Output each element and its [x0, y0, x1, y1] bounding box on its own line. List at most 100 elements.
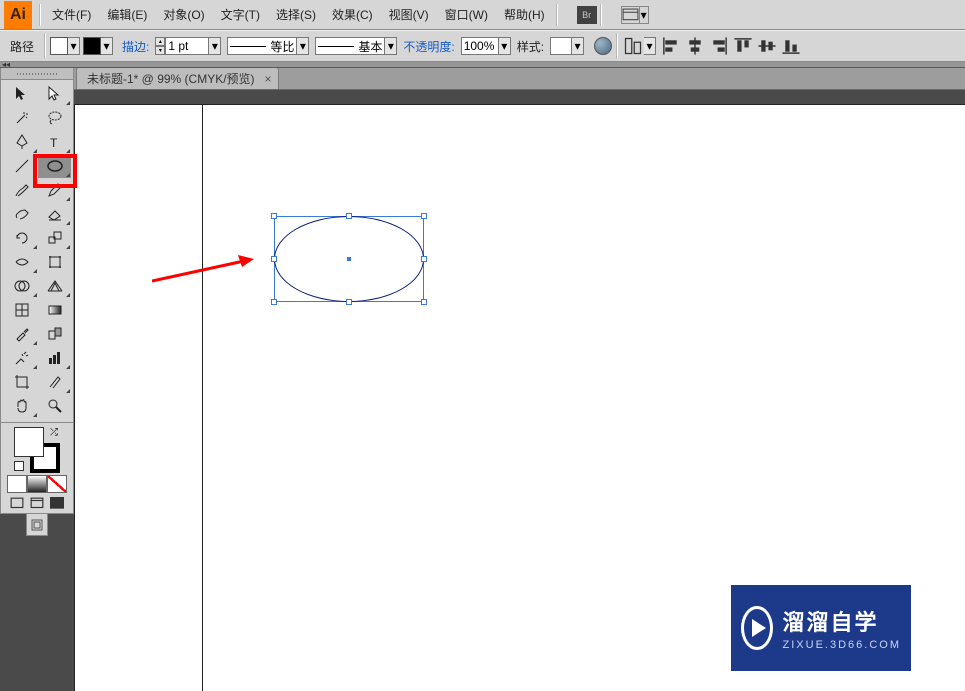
- menu-effect[interactable]: 效果(C): [324, 0, 381, 30]
- watermark-sub: ZIXUE.3D66.COM: [783, 639, 901, 651]
- chevron-down-icon[interactable]: ▾: [209, 37, 221, 55]
- menu-help[interactable]: 帮助(H): [496, 0, 553, 30]
- chevron-down-icon[interactable]: ▾: [572, 37, 584, 55]
- zoom-tool[interactable]: [38, 394, 71, 418]
- align-center-h-button[interactable]: [685, 36, 705, 56]
- none-mode-button[interactable]: [47, 475, 67, 493]
- chevron-down-icon[interactable]: ▾: [385, 37, 397, 55]
- rotate-tool[interactable]: [5, 226, 38, 250]
- close-tab-icon[interactable]: ×: [265, 72, 272, 86]
- menu-view[interactable]: 视图(V): [381, 0, 437, 30]
- align-buttons-group: [660, 36, 802, 56]
- chevron-down-icon[interactable]: ▾: [297, 37, 309, 55]
- menu-window[interactable]: 窗口(W): [437, 0, 496, 30]
- menu-object[interactable]: 对象(O): [155, 0, 212, 30]
- width-tool[interactable]: [5, 250, 38, 274]
- blend-tool[interactable]: [38, 322, 71, 346]
- direct-selection-tool[interactable]: [38, 82, 71, 106]
- brush-definition[interactable]: 基本: [315, 37, 385, 55]
- free-transform-tool[interactable]: [38, 250, 71, 274]
- blob-brush-tool[interactable]: [5, 202, 38, 226]
- bridge-button[interactable]: Br: [577, 6, 597, 24]
- swap-fill-stroke-icon[interactable]: ⤮: [50, 427, 58, 438]
- ellipse-tool[interactable]: [38, 154, 71, 178]
- tools-grid: T: [0, 80, 74, 423]
- align-left-button[interactable]: [661, 36, 681, 56]
- align-middle-v-button[interactable]: [757, 36, 777, 56]
- lasso-tool[interactable]: [38, 106, 71, 130]
- normal-screen-button[interactable]: [10, 497, 24, 509]
- menu-type[interactable]: 文字(T): [213, 0, 268, 30]
- chevron-down-icon[interactable]: ▾: [499, 37, 511, 55]
- stroke-weight-stepper[interactable]: ▴▾: [155, 37, 165, 55]
- align-panel-button[interactable]: [623, 36, 643, 56]
- main-area: T: [0, 68, 965, 691]
- collapse-strip[interactable]: ◂◂: [0, 62, 965, 68]
- stroke-label[interactable]: 描边:: [116, 38, 155, 55]
- document-tab[interactable]: 未标题-1* @ 99% (CMYK/预览) ×: [76, 67, 279, 89]
- profile-suffix: 等比: [270, 38, 294, 55]
- align-right-button[interactable]: [709, 36, 729, 56]
- separator: [44, 33, 46, 59]
- line-segment-tool[interactable]: [5, 154, 38, 178]
- opacity-label[interactable]: 不透明度:: [397, 38, 460, 55]
- collapsed-panel-tab[interactable]: [26, 514, 48, 536]
- color-mode-button[interactable]: [7, 475, 27, 493]
- opacity-field[interactable]: 100%: [461, 37, 499, 55]
- shape-builder-tool[interactable]: [5, 274, 38, 298]
- symbol-sprayer-tool[interactable]: [5, 346, 38, 370]
- resize-handle[interactable]: [421, 256, 427, 262]
- line-icon: [318, 46, 354, 47]
- graphic-style-swatch[interactable]: [550, 37, 572, 55]
- pencil-tool[interactable]: [38, 178, 71, 202]
- menu-file[interactable]: 文件(F): [44, 0, 99, 30]
- control-bar: 路径 ▾ ▾ 描边: ▴▾ 1 pt ▾ 等比 ▾ 基本 ▾ 不透明度: 100…: [0, 30, 965, 62]
- resize-handle[interactable]: [421, 299, 427, 305]
- fill-swatch-group[interactable]: ▾: [50, 37, 80, 55]
- align-bottom-button[interactable]: [781, 36, 801, 56]
- menu-edit[interactable]: 编辑(E): [99, 0, 155, 30]
- perspective-grid-tool[interactable]: [38, 274, 71, 298]
- variable-width-profile[interactable]: 等比: [227, 37, 297, 55]
- chevron-down-icon[interactable]: ▾: [644, 37, 656, 55]
- gradient-tool[interactable]: [38, 298, 71, 322]
- slice-tool[interactable]: [38, 370, 71, 394]
- play-icon: [741, 606, 773, 650]
- watermark-text: 溜溜自学 ZIXUE.3D66.COM: [783, 605, 901, 651]
- fill-stroke-indicator[interactable]: ⤮: [14, 427, 60, 473]
- recolor-artwork-icon[interactable]: [594, 37, 612, 55]
- full-screen-menu-button[interactable]: [30, 497, 44, 509]
- column-graph-tool[interactable]: [38, 346, 71, 370]
- full-screen-button[interactable]: [50, 497, 64, 509]
- resize-handle[interactable]: [346, 299, 352, 305]
- panel-grip[interactable]: [0, 68, 74, 80]
- mesh-tool[interactable]: [5, 298, 38, 322]
- eraser-tool[interactable]: [38, 202, 71, 226]
- stroke-swatch-group[interactable]: ▾: [83, 37, 113, 55]
- eyedropper-tool[interactable]: [5, 322, 38, 346]
- resize-handle[interactable]: [271, 213, 277, 219]
- align-top-button[interactable]: [733, 36, 753, 56]
- gradient-mode-button[interactable]: [27, 475, 47, 493]
- default-fill-stroke-icon[interactable]: [14, 461, 24, 471]
- stroke-weight-field[interactable]: 1 pt: [165, 37, 209, 55]
- artboard-tool[interactable]: [5, 370, 38, 394]
- paintbrush-tool[interactable]: [5, 178, 38, 202]
- type-tool[interactable]: T: [38, 130, 71, 154]
- menu-select[interactable]: 选择(S): [268, 0, 324, 30]
- scale-tool[interactable]: [38, 226, 71, 250]
- separator: [556, 4, 558, 26]
- canvas-area[interactable]: 溜溜自学 ZIXUE.3D66.COM: [74, 90, 965, 691]
- selection-tool[interactable]: [5, 82, 38, 106]
- stroke-color-swatch: [83, 37, 101, 55]
- magic-wand-tool[interactable]: [5, 106, 38, 130]
- resize-handle[interactable]: [421, 213, 427, 219]
- pen-tool[interactable]: [5, 130, 38, 154]
- chevron-left-icon: ◂◂: [2, 60, 10, 69]
- resize-handle[interactable]: [346, 213, 352, 219]
- resize-handle[interactable]: [271, 299, 277, 305]
- selected-ellipse-object[interactable]: [274, 216, 424, 302]
- resize-handle[interactable]: [271, 256, 277, 262]
- arrange-documents-button[interactable]: ▾: [621, 6, 649, 24]
- hand-tool[interactable]: [5, 394, 38, 418]
